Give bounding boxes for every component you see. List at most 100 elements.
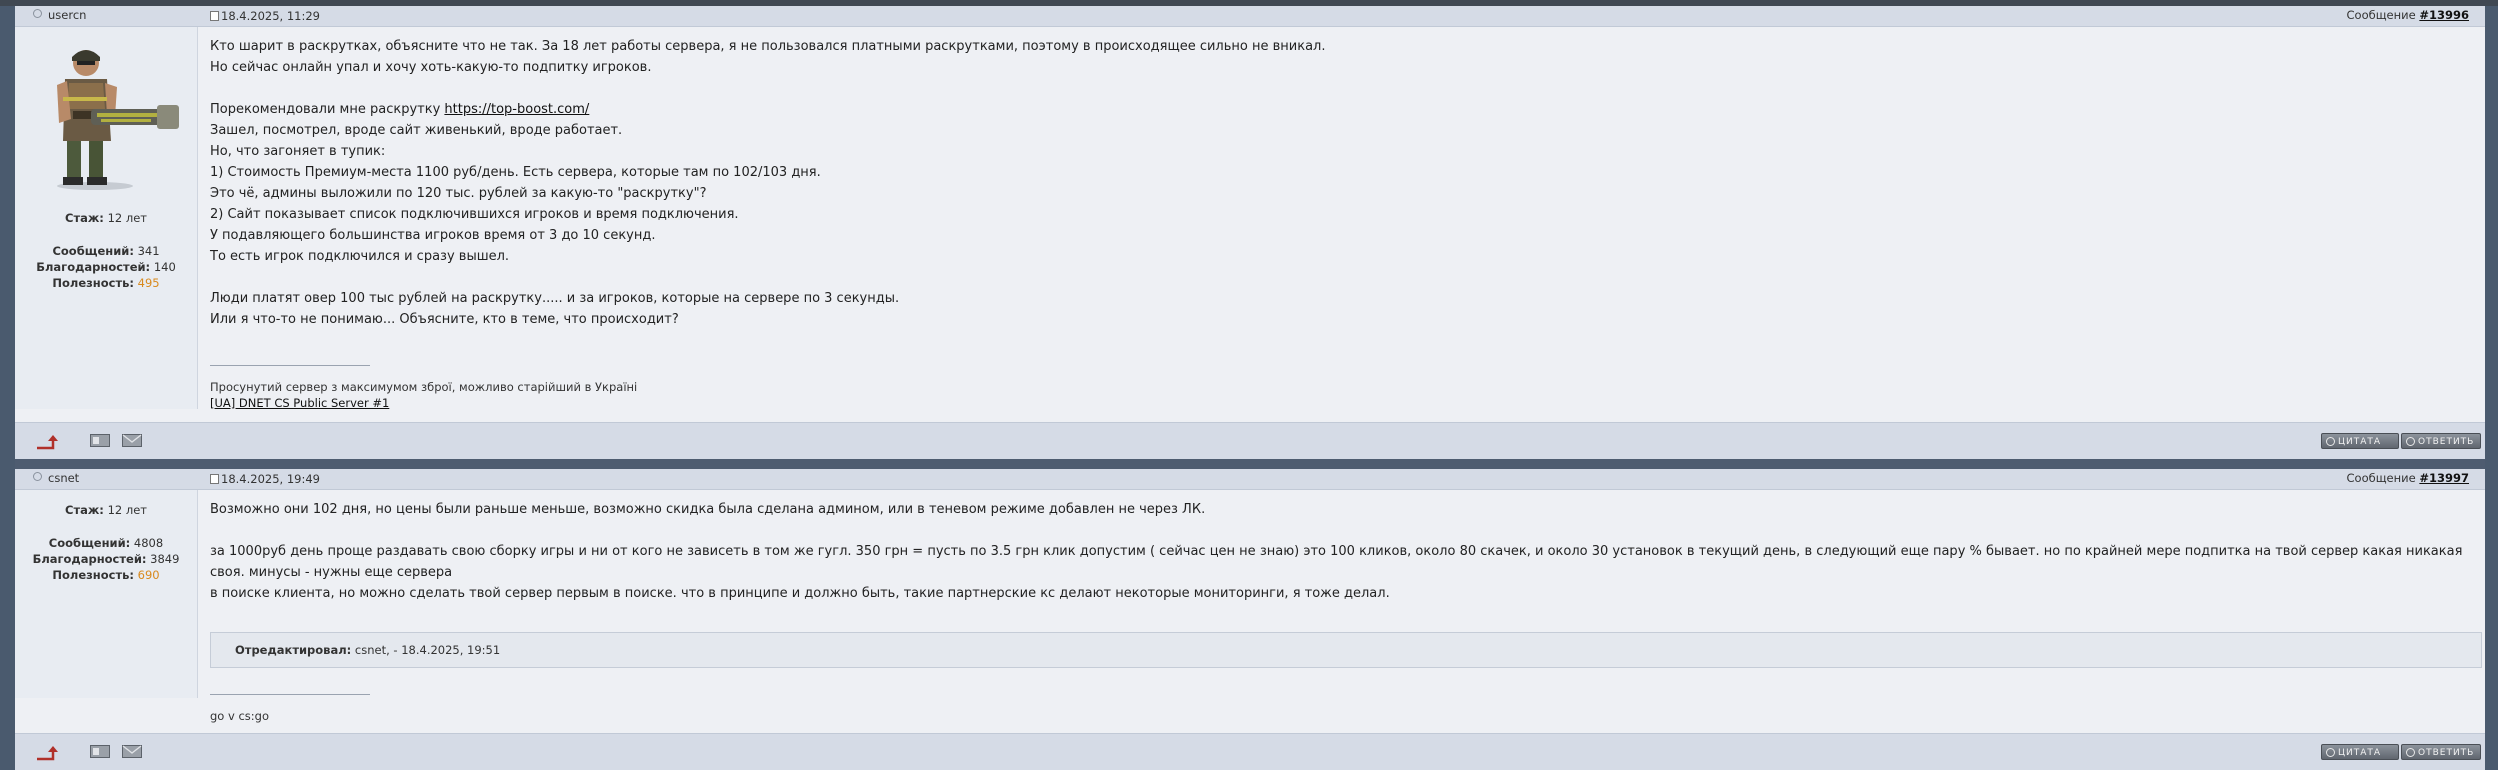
- up-arrow-icon[interactable]: [35, 433, 61, 451]
- tenure-label: Стаж:: [65, 503, 104, 517]
- post-footer: цитата ответить: [15, 733, 2485, 770]
- edited-label: Отредактировал:: [235, 643, 352, 657]
- post-text-line: Порекомендовали мне раскрутку https://to…: [210, 99, 2470, 120]
- thanks-count: Благодарностей: 140: [15, 259, 197, 275]
- author-name[interactable]: usercn: [48, 8, 86, 22]
- quote-label: цитата: [2338, 748, 2382, 758]
- mail-icon[interactable]: [122, 745, 142, 758]
- profile-card-icon[interactable]: [90, 745, 110, 758]
- useful-value[interactable]: 690: [138, 568, 160, 582]
- thanks-count: Благодарностей: 3849: [15, 551, 197, 567]
- up-arrow-icon[interactable]: [35, 744, 61, 762]
- thanks-value: 3849: [150, 552, 180, 566]
- post-timestamp: 18.4.2025, 11:29: [210, 9, 320, 23]
- post-text-line: 2) Сайт показывает список подключившихся…: [210, 207, 739, 222]
- forum-post: csnet 18.4.2025, 19:49 Сообщение #13997 …: [15, 469, 2485, 770]
- profile-card-icon[interactable]: [90, 434, 110, 447]
- thanks-value: 140: [153, 260, 176, 274]
- reply-label: ответить: [2418, 437, 2475, 447]
- messages-value: 4808: [133, 536, 164, 550]
- quote-icon: [2326, 437, 2335, 446]
- post-text-line: Зашел, посмотрел, вроде сайт живенький, …: [210, 123, 623, 138]
- forum-post: usercn 18.4.2025, 11:29 Сообщение #13996: [15, 6, 2485, 459]
- post-header: csnet 18.4.2025, 19:49 Сообщение #13997: [15, 469, 2485, 490]
- messages-count: Сообщений: 4808: [15, 535, 197, 551]
- reply-button[interactable]: ответить: [2401, 744, 2481, 760]
- post-text-line: Кто шарит в раскрутках, объясните что не…: [210, 39, 1326, 54]
- signature-divider: [210, 694, 370, 695]
- post-text-line: Или я что-то не понимаю... Объясните, кт…: [210, 312, 679, 327]
- post-text-line: То есть игрок подключился и сразу вышел.: [210, 249, 510, 264]
- post-footer: цитата ответить: [15, 422, 2485, 459]
- post-separator: [15, 459, 2485, 469]
- tenure-label: Стаж:: [65, 211, 104, 225]
- quote-button[interactable]: цитата: [2321, 433, 2399, 449]
- tenure: Стаж: 12 лет: [15, 502, 197, 518]
- online-status-icon: [33, 472, 42, 481]
- post-timestamp: 18.4.2025, 19:49: [210, 472, 320, 486]
- signature-link[interactable]: [UA] DNET CS Public Server #1: [210, 396, 389, 410]
- quote-icon: [2326, 748, 2335, 757]
- messages-count: Сообщений: 341: [15, 243, 197, 259]
- reply-icon: [2406, 748, 2415, 757]
- tenure-value: 12 лет: [107, 211, 147, 225]
- message-prefix: Сообщение: [2346, 471, 2416, 485]
- post-body: Возможно они 102 дня, но цены были раньш…: [210, 499, 2480, 604]
- post-author[interactable]: usercn: [33, 8, 86, 22]
- author-name[interactable]: csnet: [48, 471, 79, 485]
- message-number: Сообщение #13996: [2347, 8, 2469, 22]
- message-prefix: Сообщение: [2346, 8, 2416, 22]
- signature: Просунутий сервер з максимумом зброї, мо…: [210, 379, 637, 411]
- usefulness: Полезность: 690: [15, 567, 197, 583]
- messages-label: Сообщений:: [48, 536, 131, 550]
- post-author[interactable]: csnet: [33, 471, 79, 485]
- message-permalink[interactable]: #13997: [2419, 471, 2469, 485]
- thanks-label: Благодарностей:: [32, 552, 147, 566]
- post-text-line: 1) Стоимость Премиум-места 1100 руб/день…: [210, 165, 821, 180]
- document-icon: [210, 11, 219, 21]
- messages-label: Сообщений:: [52, 244, 134, 258]
- quote-label: цитата: [2338, 437, 2382, 447]
- mail-icon[interactable]: [122, 434, 142, 447]
- tenure: Стаж: 12 лет: [15, 210, 197, 226]
- recommend-text: Порекомендовали мне раскрутку: [210, 102, 445, 117]
- signature-text: Просунутий сервер з максимумом зброї, мо…: [210, 380, 638, 394]
- post-text-line: Но сейчас онлайн упал и хочу хоть-какую-…: [210, 60, 652, 75]
- reply-button[interactable]: ответить: [2401, 433, 2481, 449]
- edited-text: csnet, - 18.4.2025, 19:51: [354, 643, 501, 657]
- external-link[interactable]: https://top-boost.com/: [444, 102, 589, 117]
- thanks-label: Благодарностей:: [36, 260, 151, 274]
- signature-divider: [210, 365, 370, 366]
- avatar[interactable]: [37, 39, 187, 191]
- signature: go v cs:go: [210, 708, 269, 724]
- timestamp-text: 18.4.2025, 11:29: [221, 9, 320, 23]
- post-text-line: Но, что загоняет в тупик:: [210, 144, 386, 159]
- post-text-line: в поиске клиента, но можно сделать твой …: [210, 586, 1390, 601]
- post-text-line: У подавляющего большинства игроков время…: [210, 228, 656, 243]
- quote-button[interactable]: цитата: [2321, 744, 2399, 760]
- edited-notice: Отредактировал: csnet, - 18.4.2025, 19:5…: [210, 632, 2482, 668]
- author-sidebar: Стаж: 12 лет Сообщений: 341 Благодарност…: [15, 27, 198, 409]
- message-permalink[interactable]: #13996: [2419, 8, 2469, 22]
- useful-label: Полезность:: [52, 568, 135, 582]
- reply-icon: [2406, 437, 2415, 446]
- post-header: usercn 18.4.2025, 11:29 Сообщение #13996: [15, 6, 2485, 27]
- post-text-line: Люди платят овер 100 тыс рублей на раскр…: [210, 291, 900, 306]
- useful-value[interactable]: 495: [138, 276, 160, 290]
- useful-label: Полезность:: [52, 276, 135, 290]
- signature-text: go v cs:go: [210, 709, 269, 723]
- online-status-icon: [33, 9, 42, 18]
- post-text-line: Это чё, админы выложили по 120 тыс. рубл…: [210, 186, 707, 201]
- post-body: Кто шарит в раскрутках, объясните что не…: [210, 36, 2470, 330]
- timestamp-text: 18.4.2025, 19:49: [221, 472, 320, 486]
- post-text-line: за 1000руб день проще раздавать свою сбо…: [210, 544, 2467, 580]
- reply-label: ответить: [2418, 748, 2475, 758]
- usefulness: Полезность: 495: [15, 275, 197, 291]
- document-icon: [210, 474, 219, 484]
- forum-thread: usercn 18.4.2025, 11:29 Сообщение #13996: [15, 6, 2485, 770]
- tenure-value: 12 лет: [107, 503, 147, 517]
- post-text-line: Возможно они 102 дня, но цены были раньш…: [210, 502, 1206, 517]
